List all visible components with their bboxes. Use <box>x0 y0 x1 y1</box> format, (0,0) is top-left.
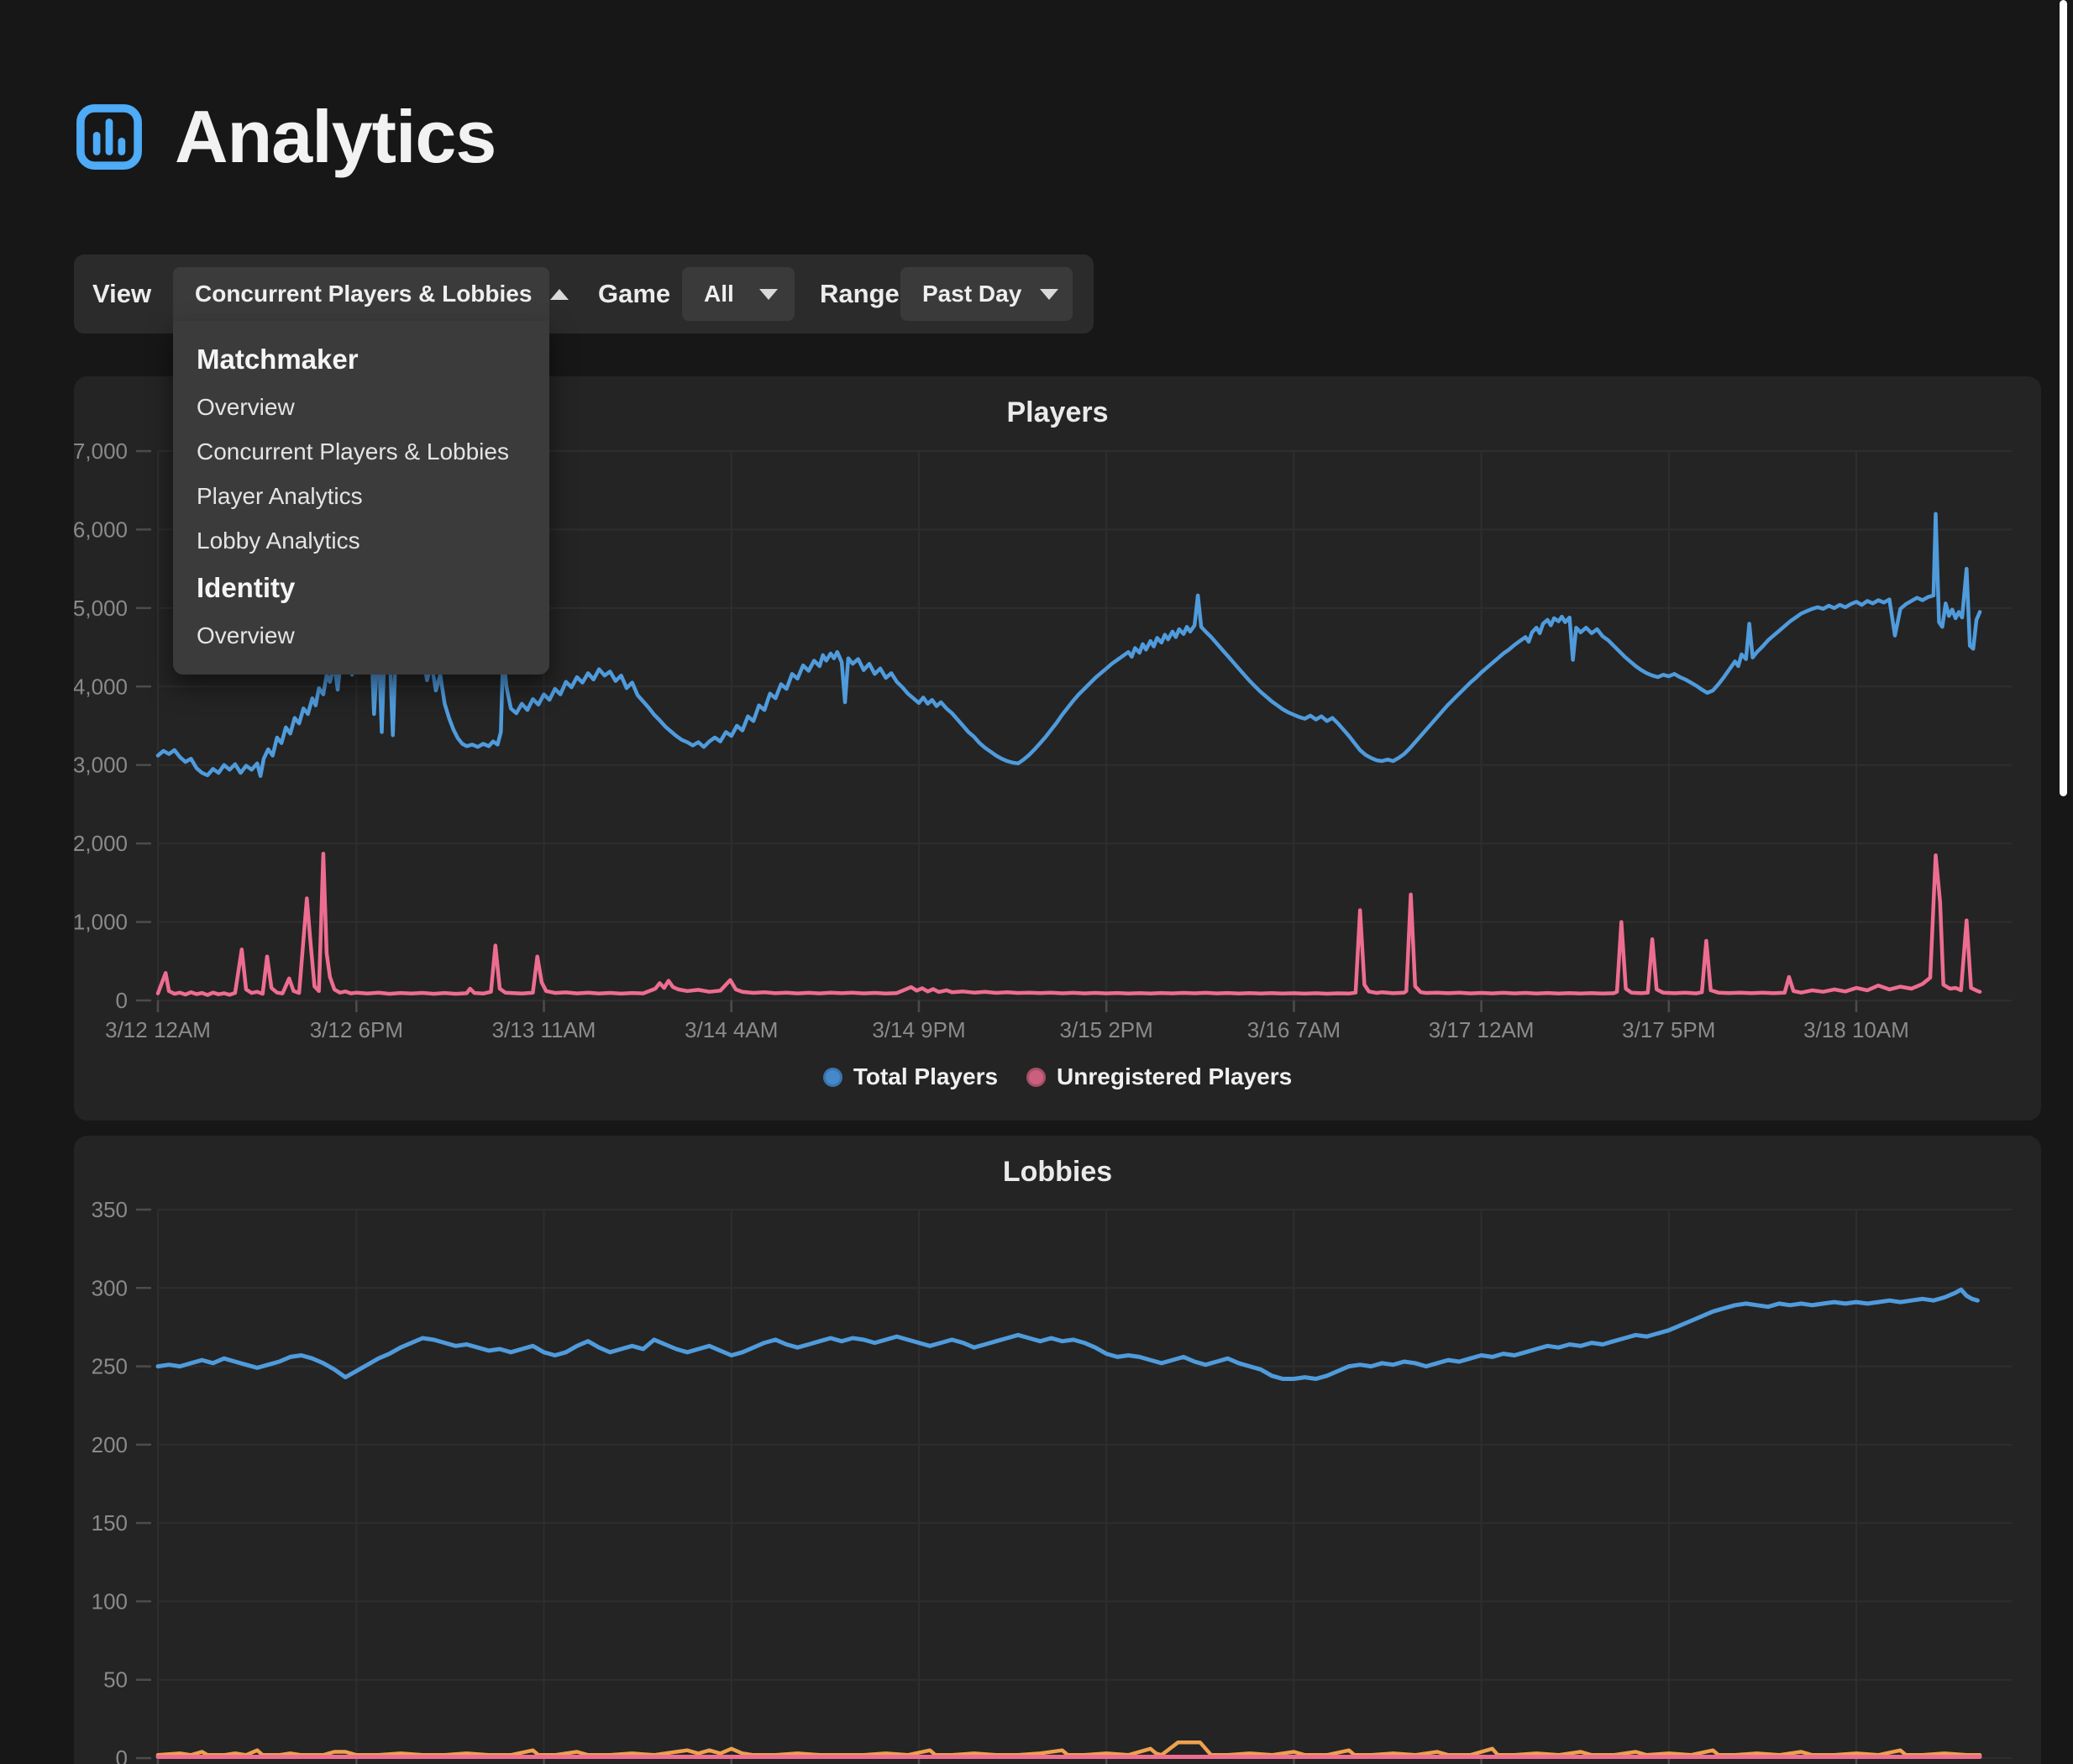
svg-text:150: 150 <box>92 1510 128 1536</box>
vertical-scrollbar-thumb[interactable] <box>2060 0 2067 796</box>
game-select-value: All <box>704 281 734 307</box>
svg-text:3,000: 3,000 <box>74 753 128 778</box>
menu-item[interactable]: Player Analytics <box>173 482 549 510</box>
lobbies-card: 0 50 100 150 200 250 300 350 Lobbies <box>74 1136 2041 1764</box>
legend-item[interactable]: Total Players <box>823 1063 998 1090</box>
svg-text:3/14 4AM: 3/14 4AM <box>685 1017 778 1042</box>
svg-text:4,000: 4,000 <box>74 674 128 699</box>
range-select[interactable]: Past Day <box>900 267 1073 321</box>
svg-text:3/17 12AM: 3/17 12AM <box>1429 1017 1535 1042</box>
view-label: View <box>92 279 173 309</box>
svg-text:1,000: 1,000 <box>74 910 128 935</box>
players-legend: Total Players Unregistered Players <box>74 1063 2041 1090</box>
range-select-value: Past Day <box>922 281 1021 307</box>
svg-text:0: 0 <box>116 1746 128 1764</box>
menu-item[interactable]: Overview <box>173 622 549 649</box>
menu-section-heading: Identity <box>173 571 549 605</box>
view-select-value: Concurrent Players & Lobbies <box>195 281 532 307</box>
chevron-down-icon <box>759 289 778 300</box>
analytics-page: Analytics View Concurrent Players & Lobb… <box>0 0 2073 1764</box>
page-title: Analytics <box>175 94 496 180</box>
svg-text:200: 200 <box>92 1432 128 1457</box>
svg-text:350: 350 <box>92 1197 128 1222</box>
svg-text:50: 50 <box>103 1667 128 1693</box>
game-label: Game <box>598 279 682 309</box>
legend-dot-icon <box>823 1068 842 1087</box>
legend-label: Unregistered Players <box>1057 1063 1292 1090</box>
lobbies-chart: 0 50 100 150 200 250 300 350 <box>74 1136 2041 1764</box>
menu-item[interactable]: Lobby Analytics <box>173 527 549 554</box>
svg-text:3/14 9PM: 3/14 9PM <box>872 1017 965 1042</box>
lobbies-chart-title: Lobbies <box>74 1156 2041 1189</box>
svg-text:7,000: 7,000 <box>74 438 128 464</box>
svg-text:3/13 11AM: 3/13 11AM <box>492 1017 596 1042</box>
menu-section-heading: Matchmaker <box>173 343 549 376</box>
page-header: Analytics <box>74 94 496 180</box>
menu-item[interactable]: Concurrent Players & Lobbies <box>173 438 549 465</box>
view-select[interactable]: Concurrent Players & Lobbies MatchmakerO… <box>173 267 549 321</box>
svg-text:3/15 2PM: 3/15 2PM <box>1060 1017 1153 1042</box>
view-menu: Matchmaker Overview Concurrent Players & L… <box>173 321 549 675</box>
menu-item[interactable]: Overview <box>173 393 549 421</box>
svg-text:2,000: 2,000 <box>74 831 128 856</box>
chevron-down-icon <box>1040 289 1058 300</box>
filter-toolbar: View Concurrent Players & Lobbies Matchm… <box>74 255 1094 333</box>
legend-dot-icon <box>1026 1068 1046 1087</box>
game-select[interactable]: All <box>682 267 795 321</box>
legend-item[interactable]: Unregistered Players <box>1026 1063 1292 1090</box>
svg-text:3/12 12AM: 3/12 12AM <box>105 1017 211 1042</box>
range-label: Range <box>820 279 900 309</box>
chevron-up-icon <box>550 289 569 300</box>
svg-text:300: 300 <box>92 1275 128 1300</box>
svg-text:250: 250 <box>92 1354 128 1379</box>
svg-text:3/17 5PM: 3/17 5PM <box>1622 1017 1715 1042</box>
svg-text:3/18 10AM: 3/18 10AM <box>1803 1017 1909 1042</box>
svg-text:6,000: 6,000 <box>74 517 128 542</box>
svg-text:3/16 7AM: 3/16 7AM <box>1247 1017 1341 1042</box>
svg-text:5,000: 5,000 <box>74 596 128 621</box>
svg-text:3/12 6PM: 3/12 6PM <box>310 1017 403 1042</box>
svg-text:0: 0 <box>116 988 128 1013</box>
legend-label: Total Players <box>853 1063 998 1090</box>
bar-chart-icon <box>74 102 144 172</box>
svg-text:100: 100 <box>92 1588 128 1614</box>
